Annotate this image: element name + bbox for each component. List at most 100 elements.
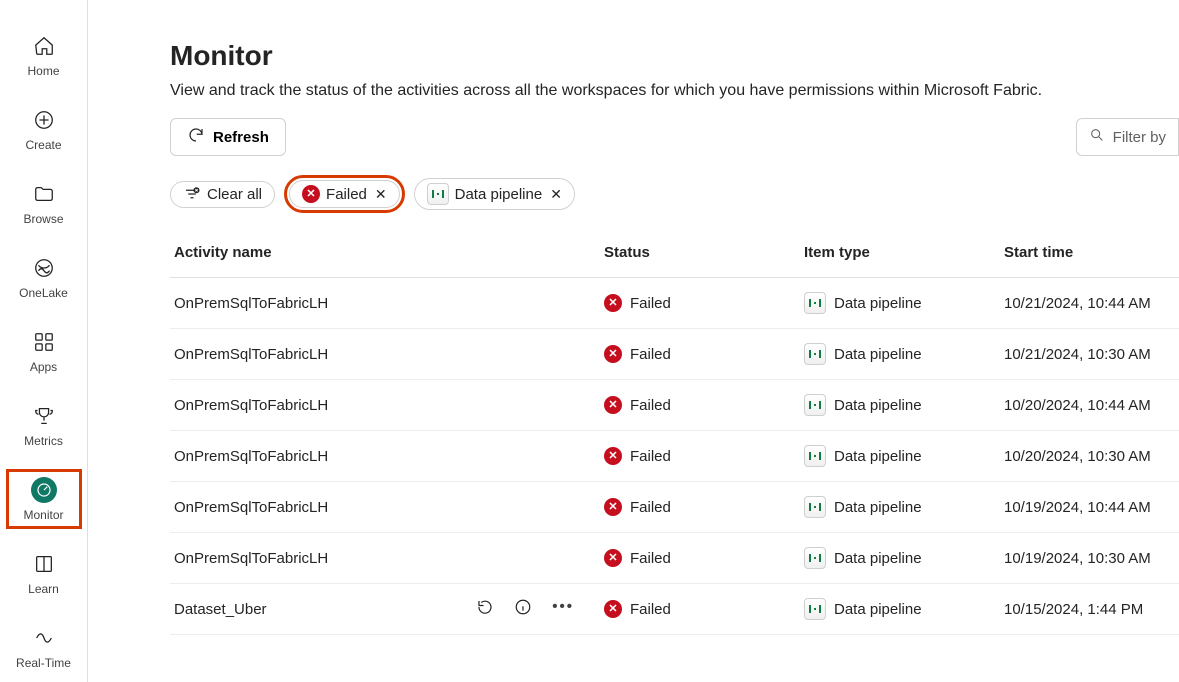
filter-by-input[interactable]: Filter by [1076,118,1179,156]
nav-label: Browse [23,212,63,226]
filter-chip-label: Data pipeline [455,186,543,203]
status-cell: ✕Failed [600,431,800,482]
left-nav: Home Create Browse OneLake Apps [0,0,88,682]
rerun-icon[interactable] [476,598,494,620]
activity-name: OnPremSqlToFabricLH [174,346,328,363]
filter-chip-failed[interactable]: ✕ Failed ✕ [289,180,400,208]
clear-all-chip[interactable]: Clear all [170,181,275,208]
item-type-text: Data pipeline [834,346,922,363]
nav-label: Real-Time [16,656,71,670]
start-time-cell: 10/21/2024, 10:30 AM [1000,329,1179,380]
activity-name-cell[interactable]: OnPremSqlToFabricLH [170,329,600,380]
filter-chip-label: Failed [326,186,367,203]
onelake-icon [30,254,58,282]
status-text: Failed [630,550,671,567]
item-type-cell: Data pipeline [800,431,1000,482]
search-icon [1089,127,1105,147]
col-item-type[interactable]: Item type [800,228,1000,278]
activity-name-cell[interactable]: Dataset_Uber••• [170,584,600,635]
nav-label: Metrics [24,434,63,448]
start-time-cell: 10/19/2024, 10:30 AM [1000,533,1179,584]
item-type-text: Data pipeline [834,550,922,567]
col-status[interactable]: Status [600,228,800,278]
filter-chip-pipeline[interactable]: Data pipeline ✕ [414,178,575,210]
filter-chip-row: Clear all ✕ Failed ✕ Data pipeline ✕ [170,178,1179,210]
nav-home[interactable]: Home [9,28,79,82]
refresh-label: Refresh [213,129,269,146]
item-type-text: Data pipeline [834,499,922,516]
pipeline-icon [804,598,826,620]
status-cell: ✕Failed [600,584,800,635]
activity-name: OnPremSqlToFabricLH [174,397,328,414]
failed-icon: ✕ [604,549,622,567]
pipeline-icon [804,292,826,314]
nav-realtime[interactable]: Real-Time [9,620,79,674]
plus-circle-icon [30,106,58,134]
refresh-button[interactable]: Refresh [170,118,286,156]
item-type-cell: Data pipeline [800,482,1000,533]
page-subtitle: View and track the status of the activit… [170,82,1179,100]
activity-name-cell[interactable]: OnPremSqlToFabricLH [170,278,600,329]
home-icon [30,32,58,60]
failed-icon: ✕ [604,345,622,363]
start-time-cell: 10/15/2024, 1:44 PM [1000,584,1179,635]
clear-all-label: Clear all [207,186,262,203]
activity-name: OnPremSqlToFabricLH [174,550,328,567]
filter-by-label: Filter by [1113,129,1166,146]
start-time-cell: 10/21/2024, 10:44 AM [1000,278,1179,329]
row-actions: ••• [476,598,574,620]
activity-name: OnPremSqlToFabricLH [174,448,328,465]
item-type-cell: Data pipeline [800,329,1000,380]
nav-onelake[interactable]: OneLake [9,250,79,304]
col-activity-name[interactable]: Activity name [170,228,600,278]
activity-name-cell[interactable]: OnPremSqlToFabricLH [170,380,600,431]
realtime-icon [30,624,58,652]
status-text: Failed [630,295,671,312]
item-type-text: Data pipeline [834,448,922,465]
status-cell: ✕ Failed [600,278,800,329]
activity-name-cell[interactable]: OnPremSqlToFabricLH [170,431,600,482]
more-icon[interactable]: ••• [552,598,574,620]
start-time-cell: 10/19/2024, 10:44 AM [1000,482,1179,533]
nav-label: Create [25,138,61,152]
status-text: Failed [630,397,671,414]
failed-icon: ✕ [302,185,320,203]
start-time-cell: 10/20/2024, 10:30 AM [1000,431,1179,482]
nav-label: OneLake [19,286,68,300]
pipeline-icon [804,547,826,569]
col-start-time[interactable]: Start time [1000,228,1179,278]
remove-chip-icon[interactable]: ✕ [375,186,387,203]
folder-icon [30,180,58,208]
nav-metrics[interactable]: Metrics [9,398,79,452]
status-cell: ✕ Failed [600,329,800,380]
pipeline-icon [427,183,449,205]
refresh-icon [187,126,205,148]
item-type-cell: Data pipeline [800,584,1000,635]
item-type-text: Data pipeline [834,295,922,312]
nav-monitor[interactable]: Monitor [9,472,79,526]
toolbar: Refresh Filter by [170,118,1179,156]
remove-chip-icon[interactable]: ✕ [550,186,562,203]
status-text: Failed [630,448,671,465]
nav-label: Learn [28,582,59,596]
nav-label: Apps [30,360,57,374]
failed-icon: ✕ [604,600,622,618]
info-icon[interactable] [514,598,532,620]
failed-icon: ✕ [604,294,622,312]
status-text: Failed [630,346,671,363]
nav-apps[interactable]: Apps [9,324,79,378]
pipeline-icon [804,394,826,416]
status-cell: ✕ Failed [600,533,800,584]
nav-label: Home [27,64,59,78]
status-cell: ✕Failed [600,380,800,431]
nav-learn[interactable]: Learn [9,546,79,600]
nav-browse[interactable]: Browse [9,176,79,230]
start-time-cell: 10/20/2024, 10:44 AM [1000,380,1179,431]
nav-create[interactable]: Create [9,102,79,156]
activity-name-cell[interactable]: OnPremSqlToFabricLH [170,482,600,533]
item-type-cell: Data pipeline [800,278,1000,329]
activity-name-cell[interactable]: OnPremSqlToFabricLH [170,533,600,584]
nav-label: Monitor [23,508,63,522]
pipeline-icon [804,445,826,467]
activity-name: OnPremSqlToFabricLH [174,295,328,312]
